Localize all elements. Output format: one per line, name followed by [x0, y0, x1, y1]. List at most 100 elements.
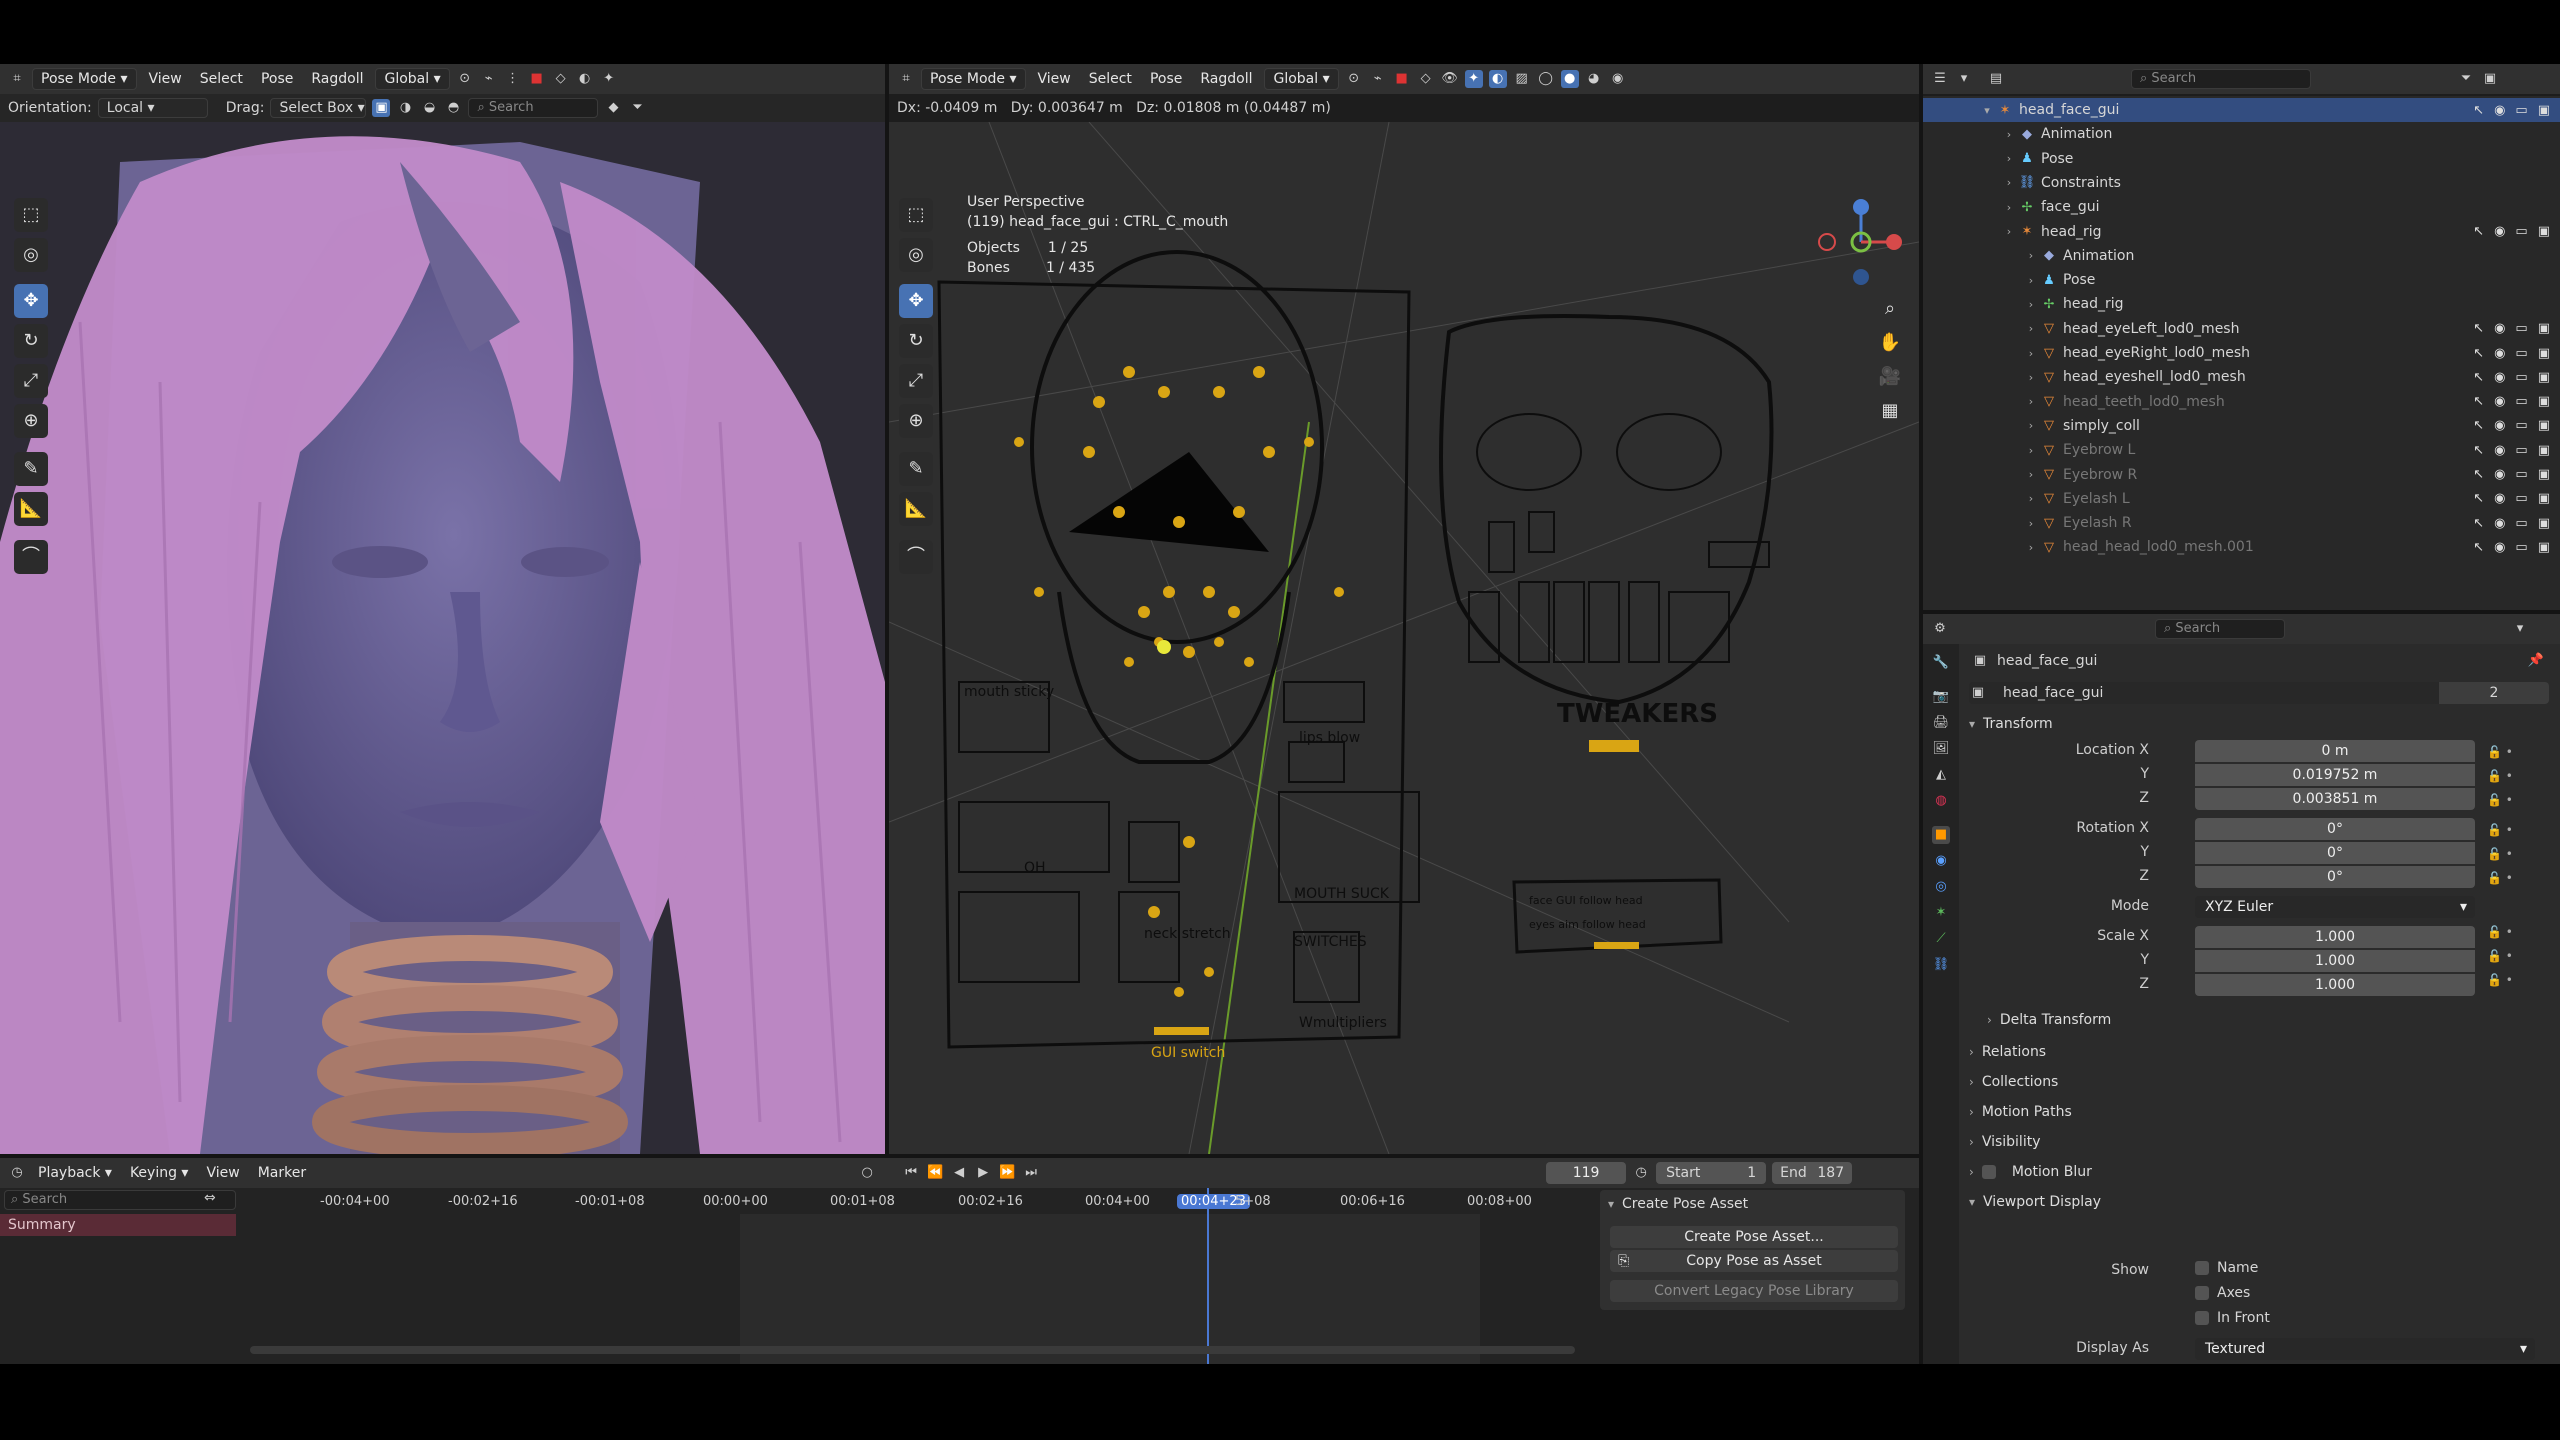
- shading-solid-icon[interactable]: ●: [1560, 70, 1579, 88]
- outliner-item[interactable]: › ▽ head_teeth_lod0_mesh ↖ ◉ ▭ ▣: [1923, 390, 2560, 414]
- outliner-item[interactable]: ▾ ✶ head_face_gui ↖ ◉ ▭ ▣: [1923, 98, 2560, 122]
- lock-icon[interactable]: 🔓 •: [2487, 740, 2547, 764]
- camera-icon[interactable]: ▣: [2538, 346, 2550, 361]
- users-count[interactable]: 2: [2439, 682, 2549, 704]
- select-arrow-icon[interactable]: ↖: [2473, 394, 2484, 409]
- playhead-line[interactable]: [1207, 1188, 1209, 1364]
- scale-y-field[interactable]: 1.000: [2195, 950, 2475, 972]
- chevron-down-icon[interactable]: ▾: [2511, 620, 2529, 638]
- move-tool-button[interactable]: ✥: [899, 284, 933, 318]
- menu-view[interactable]: View: [1032, 69, 1077, 89]
- select-arrow-icon[interactable]: ↖: [2473, 443, 2484, 458]
- camera-icon[interactable]: ▣: [2538, 540, 2550, 555]
- current-frame-field[interactable]: 119: [1546, 1162, 1627, 1184]
- expand-chevron-icon[interactable]: ›: [2023, 371, 2039, 384]
- monitor-icon[interactable]: ▭: [2515, 443, 2527, 458]
- move-tool-button[interactable]: ✥: [14, 284, 48, 318]
- create-pose-asset-header[interactable]: ▾ Create Pose Asset: [1608, 1196, 1748, 1212]
- select-arrow-icon[interactable]: ↖: [2473, 540, 2484, 555]
- navigation-gizmo[interactable]: [1818, 199, 1902, 285]
- outliner-item[interactable]: › ◆ Animation: [1923, 122, 2560, 146]
- select-arrow-icon[interactable]: ↖: [2473, 467, 2484, 482]
- expand-chevron-icon[interactable]: ▾: [1979, 104, 1995, 117]
- expand-chevron-icon[interactable]: ›: [2023, 468, 2039, 481]
- jump-start-icon[interactable]: ⏮: [902, 1164, 920, 1182]
- lock-icon[interactable]: 🔓 •: [2487, 788, 2547, 812]
- snap-icon[interactable]: ⌁: [1369, 70, 1387, 88]
- camera-icon[interactable]: ▣: [2538, 321, 2550, 336]
- eye-icon[interactable]: ◉: [2494, 103, 2505, 118]
- camera-icon[interactable]: ▣: [2538, 516, 2550, 531]
- outliner-filter-icon[interactable]: ▤: [1987, 70, 2005, 88]
- new-collection-icon[interactable]: ▣: [2481, 70, 2499, 88]
- display-mode-icon[interactable]: ▾: [1955, 70, 1973, 88]
- outliner-item[interactable]: › ▽ Eyebrow R ↖ ◉ ▭ ▣: [1923, 463, 2560, 487]
- object-tab-icon[interactable]: ■: [1932, 826, 1950, 844]
- expand-chevron-icon[interactable]: ›: [2023, 249, 2039, 262]
- gizmo-icon[interactable]: ✦: [600, 70, 618, 88]
- eye-icon[interactable]: ◉: [2494, 491, 2505, 506]
- camera-icon[interactable]: ▣: [2538, 394, 2550, 409]
- outliner-item[interactable]: › ▽ simply_coll ↖ ◉ ▭ ▣: [1923, 414, 2560, 438]
- grid-icon[interactable]: ▦: [1875, 396, 1905, 426]
- output-tab-icon[interactable]: 🖨: [1932, 714, 1950, 732]
- lock-icon[interactable]: 🔓 •: [2487, 842, 2547, 866]
- expand-chevron-icon[interactable]: ›: [2023, 322, 2039, 335]
- outliner-item[interactable]: › ▽ head_head_lod0_mesh.001 ↖ ◉ ▭ ▣: [1923, 535, 2560, 559]
- show-axes-checkbox[interactable]: Axes: [2195, 1285, 2250, 1301]
- select-arrow-icon[interactable]: ↖: [2473, 321, 2484, 336]
- lock-icon[interactable]: 🔓 •: [2487, 944, 2547, 968]
- constraint-tab-icon[interactable]: ⛓: [1932, 956, 1950, 974]
- outliner-item[interactable]: › ♟ Pose: [1923, 147, 2560, 171]
- expand-chevron-icon[interactable]: ›: [2001, 152, 2017, 165]
- outliner-item[interactable]: › ▽ head_eyeRight_lod0_mesh ↖ ◉ ▭ ▣: [1923, 341, 2560, 365]
- play-reverse-icon[interactable]: ◀: [950, 1164, 968, 1182]
- collections-header[interactable]: › Collections: [1969, 1074, 2058, 1090]
- jump-end-icon[interactable]: ⏭: [1022, 1164, 1040, 1182]
- editor-type-icon[interactable]: ☰: [1931, 70, 1949, 88]
- clock-icon[interactable]: ◷: [1632, 1164, 1650, 1182]
- view-layer-tab-icon[interactable]: 🖼: [1932, 740, 1950, 758]
- select-tool-button[interactable]: ⬚: [14, 198, 48, 232]
- show-name-checkbox[interactable]: Name: [2195, 1260, 2258, 1276]
- gizmo-icon[interactable]: ✦: [1464, 70, 1483, 88]
- select-arrow-icon[interactable]: ↖: [2473, 370, 2484, 385]
- summary-channel[interactable]: Summary: [0, 1214, 236, 1236]
- mode-dropdown[interactable]: Pose Mode ▾: [32, 68, 137, 90]
- motion-paths-header[interactable]: › Motion Paths: [1969, 1104, 2072, 1120]
- shading-rendered-icon[interactable]: ◉: [1609, 70, 1627, 88]
- shading-material-icon[interactable]: ◕: [1585, 70, 1603, 88]
- camera-icon[interactable]: 🎥: [1875, 362, 1905, 392]
- outliner-item[interactable]: › ⛓ Constraints: [1923, 171, 2560, 195]
- camera-icon[interactable]: ▣: [2538, 467, 2550, 482]
- record-icon[interactable]: ■: [1393, 70, 1411, 88]
- select-arrow-icon[interactable]: ↖: [2473, 103, 2484, 118]
- create-pose-asset-button[interactable]: Create Pose Asset...: [1610, 1226, 1898, 1248]
- jump-keyframe-forward-icon[interactable]: ⏩: [998, 1164, 1016, 1182]
- filter-icon[interactable]: ⏷: [2457, 70, 2475, 88]
- expand-chevron-icon[interactable]: ›: [2001, 128, 2017, 141]
- expand-chevron-icon[interactable]: ›: [2023, 347, 2039, 360]
- relations-header[interactable]: › Relations: [1969, 1044, 2046, 1060]
- keyframe-icon[interactable]: ◆: [604, 99, 622, 117]
- orientation-dropdown[interactable]: Local ▾: [97, 98, 208, 118]
- expand-chevron-icon[interactable]: ›: [2023, 517, 2039, 530]
- eye-icon[interactable]: ◉: [2494, 443, 2505, 458]
- editor-type-icon[interactable]: ⌗: [897, 70, 915, 88]
- swap-icon[interactable]: ⇔: [204, 1190, 216, 1206]
- world-tab-icon[interactable]: ◍: [1932, 792, 1950, 810]
- menu-pose[interactable]: Pose: [255, 69, 299, 89]
- copy-pose-as-asset-button[interactable]: ⎘ Copy Pose as Asset: [1610, 1250, 1898, 1272]
- properties-search-input[interactable]: ⌕ Search: [2155, 619, 2285, 639]
- horizontal-scrollbar[interactable]: [250, 1346, 1575, 1354]
- editor-type-icon[interactable]: ⚙: [1931, 620, 1949, 638]
- location-x-field[interactable]: 0 m: [2195, 740, 2475, 762]
- menu-keying[interactable]: Keying ▾: [124, 1163, 195, 1183]
- left-search-input[interactable]: ⌕ Search: [468, 98, 599, 118]
- cursor-tool-button[interactable]: ◎: [899, 238, 933, 272]
- annotate-tool-button[interactable]: ✎: [14, 452, 48, 486]
- menu-marker[interactable]: Marker: [252, 1163, 312, 1183]
- tool-tab-icon[interactable]: 🔧: [1932, 654, 1950, 672]
- display-as-dropdown[interactable]: Textured ▾: [2195, 1338, 2535, 1360]
- lock-icon[interactable]: 🔓 •: [2487, 818, 2547, 842]
